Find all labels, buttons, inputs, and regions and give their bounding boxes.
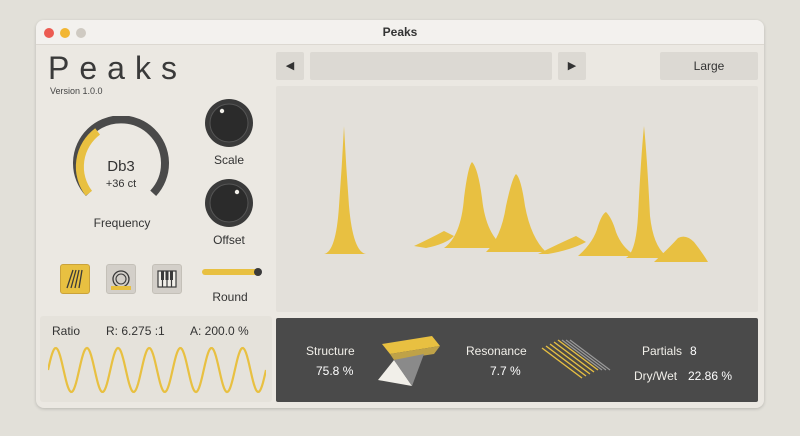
frequency-note-readout: Db3 bbox=[107, 158, 135, 175]
partials-value[interactable]: 8 bbox=[690, 344, 697, 358]
next-preset-button[interactable]: ▶ bbox=[558, 52, 586, 80]
ratio-label: Ratio bbox=[52, 324, 81, 338]
resonance-panel: Structure 75.8 % Resonance 7.7 % Partial… bbox=[276, 318, 758, 402]
round-slider-track[interactable] bbox=[202, 269, 258, 275]
ratio-panel: Ratio R: 6.275 :1 A: 200.0 % bbox=[40, 316, 272, 402]
spectrum-peak-6 bbox=[578, 212, 636, 256]
ratio-a-value[interactable]: A: 200.0 % bbox=[190, 324, 249, 338]
spectrum-peak-7 bbox=[626, 126, 671, 258]
mode-rings-button[interactable] bbox=[106, 264, 136, 294]
mode-stripes-button[interactable] bbox=[60, 264, 90, 294]
piano-keys-icon bbox=[157, 270, 177, 288]
app-logo: Peaks bbox=[48, 50, 187, 86]
round-label: Round bbox=[212, 290, 248, 304]
scale-knob[interactable] bbox=[204, 98, 254, 148]
partials-label: Partials bbox=[642, 344, 683, 358]
offset-knob[interactable] bbox=[204, 178, 254, 228]
scale-label: Scale bbox=[213, 153, 245, 167]
structure-label: Structure bbox=[306, 344, 355, 358]
preset-name-field[interactable] bbox=[310, 52, 552, 80]
title-bar: Peaks bbox=[36, 20, 764, 45]
drywet-value[interactable]: 22.86 % bbox=[688, 369, 732, 383]
structure-value[interactable]: 75.8 % bbox=[316, 364, 353, 378]
spectrum-peaks-icon bbox=[324, 126, 708, 262]
rings-icon bbox=[111, 270, 131, 290]
ratio-r-value[interactable]: R: 6.275 :1 bbox=[106, 324, 165, 338]
spectrum-peak-3 bbox=[444, 162, 506, 248]
frequency-cents-readout: +36 ct bbox=[105, 178, 137, 190]
frequency-label: Frequency bbox=[93, 216, 151, 230]
plugin-window: Peaks Peaks Version 1.0.0 Db3 +36 ct Fre… bbox=[36, 20, 764, 408]
stripes-icon bbox=[66, 269, 83, 289]
mode-piano-button[interactable] bbox=[152, 264, 182, 294]
round-slider-thumb[interactable] bbox=[254, 268, 262, 276]
spectrum-peak-5 bbox=[538, 236, 586, 254]
resonance-value[interactable]: 7.7 % bbox=[490, 364, 521, 378]
structure-shape-icon[interactable] bbox=[372, 330, 448, 388]
spectrum-peak-1 bbox=[324, 126, 366, 254]
spectrum-display bbox=[276, 86, 758, 312]
version-label: Version 1.0.0 bbox=[50, 86, 103, 96]
offset-label: Offset bbox=[213, 233, 245, 247]
resonance-lines-icon[interactable] bbox=[538, 338, 612, 382]
scale-knob-indicator-icon bbox=[219, 108, 225, 114]
ratio-waveform-icon bbox=[48, 346, 266, 394]
size-select-button[interactable]: Large bbox=[660, 52, 758, 80]
window-title: Peaks bbox=[382, 25, 418, 39]
drywet-label: Dry/Wet bbox=[634, 369, 678, 383]
offset-knob-indicator-icon bbox=[234, 189, 240, 195]
resonance-label: Resonance bbox=[466, 344, 527, 358]
spectrum-peak-8 bbox=[654, 236, 708, 262]
previous-preset-button[interactable]: ◀ bbox=[276, 52, 304, 80]
